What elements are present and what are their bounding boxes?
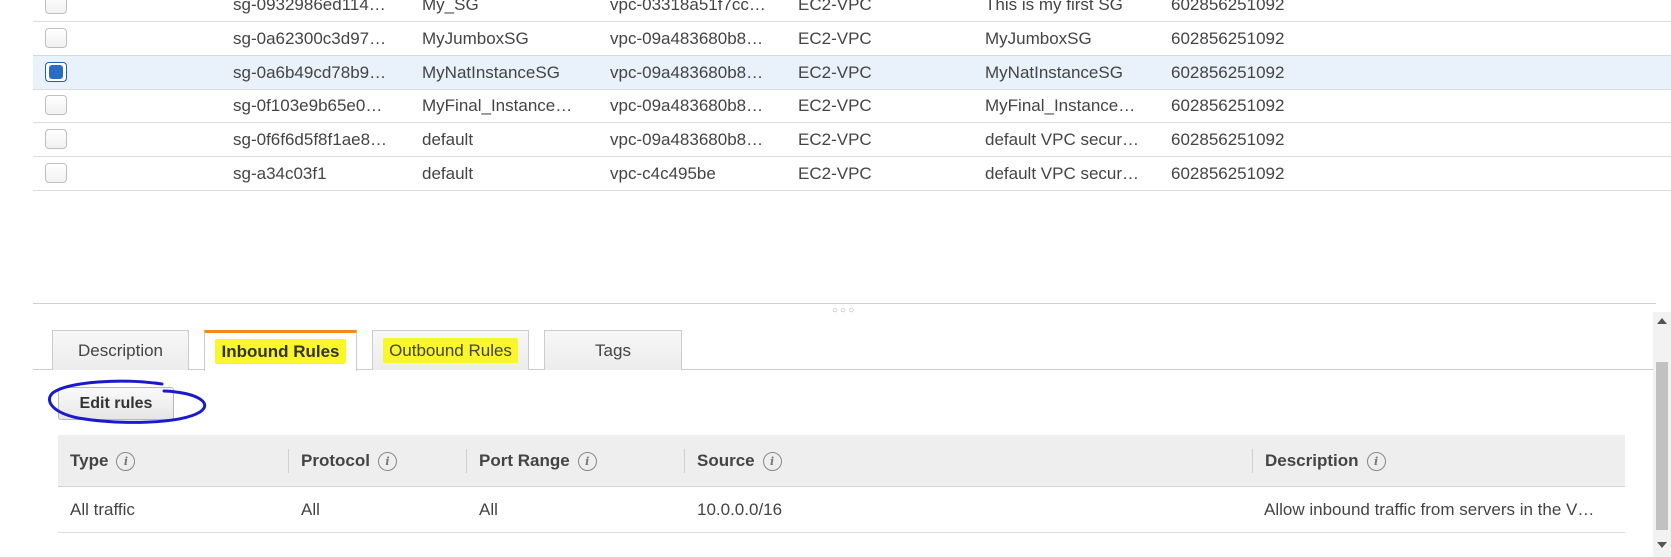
tab-tags[interactable]: Tags (544, 330, 682, 370)
row-checkbox[interactable] (45, 129, 67, 149)
edit-rules-button[interactable]: Edit rules (58, 387, 174, 420)
rules-table-header: Type i Protocol i Port Range i Source i Desc… (58, 435, 1625, 487)
group-name-cell: default (422, 164, 474, 183)
vertical-scrollbar[interactable] (1653, 312, 1671, 557)
info-icon[interactable]: i (577, 452, 597, 472)
group-id-cell: sg-0a62300c3d97… (233, 29, 387, 48)
row-checkbox-checked[interactable] (45, 62, 67, 82)
tab-description-label: Description (77, 341, 164, 360)
owner-id-cell: 602856251092 (1171, 0, 1285, 14)
header-source[interactable]: Source i (684, 449, 1252, 473)
type-cell: EC2-VPC (798, 0, 872, 14)
type-cell: EC2-VPC (798, 29, 872, 48)
type-cell: EC2-VPC (798, 63, 872, 82)
owner-id-cell: 602856251092 (1171, 130, 1285, 149)
vpc-id-cell: vpc-03318a51f7cc… (610, 0, 766, 14)
owner-id-cell: 602856251092 (1171, 63, 1285, 82)
rule-description-cell: Allow inbound traffic from servers in th… (1264, 500, 1595, 519)
vpc-id-cell: vpc-c4c495be (610, 164, 716, 183)
table-row-selected[interactable]: sg-0a6b49cd78b9… MyNatInstanceSG vpc-09a… (33, 55, 1671, 90)
table-row[interactable]: sg-a34c03f1 default vpc-c4c495be EC2-VPC… (33, 157, 1671, 191)
description-cell: MyJumboxSG (985, 29, 1092, 48)
rule-protocol-cell: All (301, 500, 320, 519)
info-icon[interactable]: i (762, 452, 782, 472)
group-name-cell: MyJumboxSG (422, 29, 529, 48)
header-description-label: Description (1265, 451, 1359, 470)
vpc-id-cell: vpc-09a483680b8… (610, 29, 764, 48)
type-cell: EC2-VPC (798, 96, 872, 115)
header-protocol-label: Protocol (301, 451, 370, 470)
rule-source-cell: 10.0.0.0/16 (697, 500, 783, 519)
group-name-cell: MyFinal_Instance… (422, 96, 573, 115)
header-type-label: Type (70, 451, 109, 470)
rule-row: All traffic All All 10.0.0.0/16 Allow in… (58, 487, 1625, 533)
header-type[interactable]: Type i (58, 435, 288, 487)
group-name-cell: default (422, 130, 474, 149)
group-name-cell: MyNatInstanceSG (422, 63, 560, 82)
info-icon[interactable]: i (116, 452, 136, 472)
group-id-cell: sg-0f6f6d5f8f1ae8… (233, 130, 388, 149)
header-description[interactable]: Description i (1252, 449, 1625, 473)
vpc-id-cell: vpc-09a483680b8… (610, 130, 764, 149)
tab-tags-label: Tags (595, 341, 631, 360)
scroll-down-arrow-icon[interactable] (1657, 542, 1667, 548)
tab-inbound-rules-label: Inbound Rules (215, 339, 346, 364)
row-checkbox[interactable] (45, 0, 67, 14)
table-row[interactable]: sg-0932986ed114… My_SG vpc-03318a51f7cc…… (33, 0, 1671, 22)
description-cell: MyFinal_Instance… (985, 96, 1136, 115)
scroll-up-arrow-icon[interactable] (1657, 318, 1667, 324)
tab-inbound-rules[interactable]: Inbound Rules (204, 330, 357, 371)
owner-id-cell: 602856251092 (1171, 29, 1285, 48)
row-checkbox[interactable] (45, 163, 67, 183)
vpc-id-cell: vpc-09a483680b8… (610, 63, 764, 82)
description-cell: MyNatInstanceSG (985, 63, 1123, 82)
table-row[interactable]: sg-0f103e9b65e0… MyFinal_Instance… vpc-0… (33, 89, 1671, 123)
row-checkbox[interactable] (45, 95, 67, 115)
description-cell: default VPC secur… (985, 130, 1140, 149)
info-icon[interactable]: i (377, 452, 397, 472)
tab-outbound-rules-label: Outbound Rules (383, 338, 518, 363)
type-cell: EC2-VPC (798, 164, 872, 183)
owner-id-cell: 602856251092 (1171, 96, 1285, 115)
group-id-cell: sg-a34c03f1 (233, 164, 327, 183)
group-name-cell: My_SG (422, 0, 479, 14)
group-id-cell: sg-0f103e9b65e0… (233, 96, 383, 115)
splitter-grip-icon[interactable]: ○○○ (832, 306, 856, 316)
description-cell: default VPC secur… (985, 164, 1140, 183)
type-cell: EC2-VPC (798, 130, 872, 149)
row-checkbox[interactable] (45, 28, 67, 48)
owner-id-cell: 602856251092 (1171, 164, 1285, 183)
group-id-cell: sg-0932986ed114… (233, 0, 386, 14)
panel-splitter[interactable] (33, 303, 1656, 304)
vpc-id-cell: vpc-09a483680b8… (610, 96, 764, 115)
table-row[interactable]: sg-0f6f6d5f8f1ae8… default vpc-09a483680… (33, 123, 1671, 157)
info-icon[interactable]: i (1366, 452, 1386, 472)
description-cell: This is my first SG (985, 0, 1123, 14)
header-port-range[interactable]: Port Range i (466, 449, 684, 473)
header-protocol[interactable]: Protocol i (288, 449, 466, 473)
group-id-cell: sg-0a6b49cd78b9… (233, 63, 387, 82)
rule-type-cell: All traffic (70, 500, 135, 519)
security-groups-page: sg-0932986ed114… My_SG vpc-03318a51f7cc…… (0, 0, 1671, 557)
rule-port-range-cell: All (479, 500, 498, 519)
table-row[interactable]: sg-0a62300c3d97… MyJumboxSG vpc-09a48368… (33, 22, 1671, 56)
header-source-label: Source (697, 451, 755, 470)
tab-description[interactable]: Description (52, 330, 189, 370)
scrollbar-thumb[interactable] (1656, 362, 1668, 530)
header-port-range-label: Port Range (479, 451, 570, 470)
tab-outbound-rules[interactable]: Outbound Rules (372, 330, 529, 370)
